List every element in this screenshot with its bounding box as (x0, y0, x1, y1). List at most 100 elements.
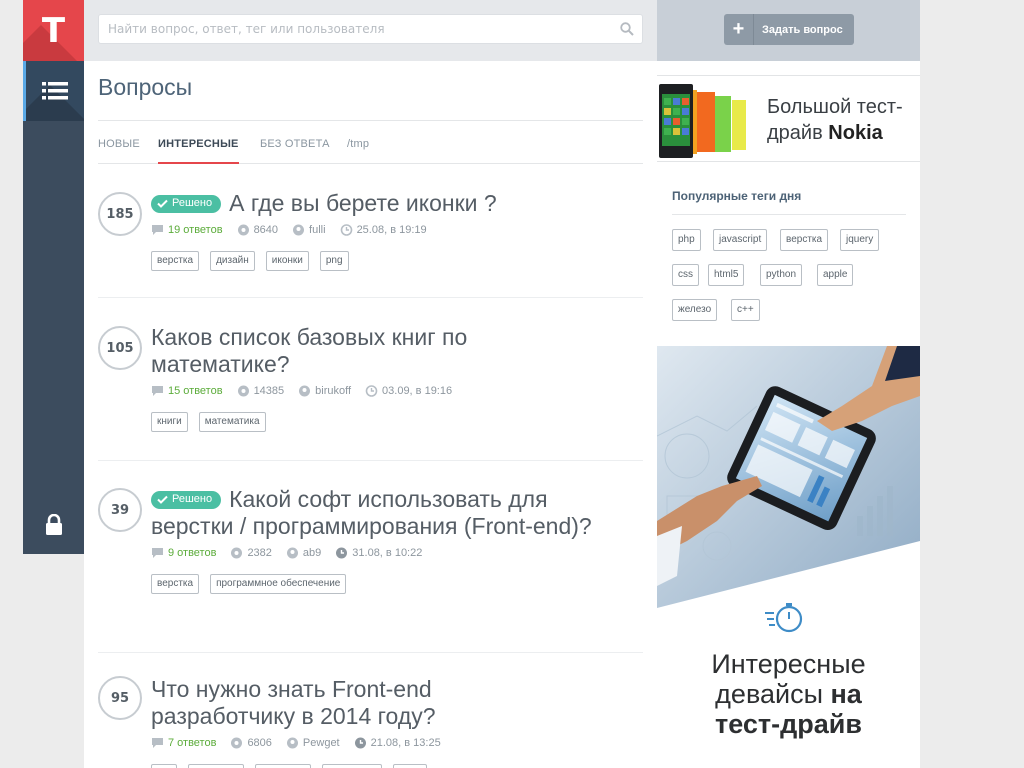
tag[interactable]: программное обеспечение (210, 574, 347, 594)
tag[interactable] (188, 764, 244, 768)
popular-tag[interactable]: javascript (713, 229, 768, 251)
check-icon (157, 199, 168, 208)
clock-icon (336, 547, 348, 559)
popular-tags-title: Популярные теги дня (672, 189, 802, 203)
devices-testdrive-ad[interactable]: Интересные девайсы на тест-драйв (657, 346, 920, 768)
question-meta: 7 ответов 6806 Pewget 21.08, в 13:25 (151, 736, 621, 750)
nokia-phones-image (659, 84, 746, 158)
ask-question-button[interactable]: + Задать вопрос (724, 14, 854, 45)
date: 03.09, в 19:16 (365, 385, 452, 397)
tag[interactable]: дизайн (210, 251, 255, 271)
tag[interactable]: верстка (151, 574, 200, 594)
tag[interactable] (255, 764, 311, 768)
comment-icon (152, 548, 163, 558)
solved-label: Решено (172, 493, 213, 505)
search-input[interactable] (99, 15, 642, 43)
logo-letter: T (41, 10, 66, 51)
tag[interactable]: математика (198, 412, 266, 432)
question-tags: верстка дизайн иконки png (151, 251, 621, 271)
question-meta: 15 ответов 14385 birukoff 03.09, в 19:16 (151, 384, 621, 398)
question-score: 39 (98, 488, 142, 532)
question-tags: верстка программное обеспечение (151, 574, 621, 594)
question-tags (151, 764, 621, 768)
popular-tag[interactable]: железо (672, 299, 718, 321)
user-icon (286, 737, 298, 749)
divider (98, 297, 643, 298)
popular-tag[interactable]: php (672, 229, 701, 251)
list-icon (42, 82, 68, 100)
popular-tag[interactable]: css (672, 264, 699, 286)
comment-icon (152, 386, 163, 396)
questions-menu-button[interactable] (23, 61, 84, 121)
clock-icon (340, 224, 352, 236)
question-title[interactable]: Каков список базовых книг по математике? (151, 324, 571, 378)
tab-unanswered[interactable]: БЕЗ ОТВЕТА (260, 138, 330, 150)
popular-tag[interactable]: c++ (731, 299, 760, 321)
tab-tmp[interactable]: /tmp (347, 138, 369, 150)
popular-tag[interactable]: apple (817, 264, 854, 286)
eye-icon (231, 547, 243, 559)
author[interactable]: fulli (292, 224, 326, 236)
clock-icon (354, 737, 366, 749)
ask-question-label: Задать вопрос (762, 23, 843, 36)
tag[interactable]: png (319, 251, 349, 271)
date: 31.08, в 10:22 (335, 547, 422, 559)
page-background (920, 0, 1024, 768)
question-meta: 19 ответов 8640 fulli 25.08, в 19:19 (151, 223, 621, 237)
solved-badge: Решено (151, 194, 222, 213)
right-sidebar: Большой тест- драйв Nokia Популярные тег… (657, 61, 920, 768)
tag[interactable] (393, 764, 427, 768)
question-title[interactable]: А где вы берете иконки ? (229, 190, 497, 216)
author[interactable]: birukoff (298, 385, 351, 397)
popular-tag[interactable]: jquery (840, 229, 880, 251)
date: 21.08, в 13:25 (354, 737, 441, 749)
question-score: 185 (98, 192, 142, 236)
tab-interesting[interactable]: ИНТЕРЕСНЫЕ (158, 138, 239, 164)
user-icon (293, 224, 305, 236)
answers-count[interactable]: 15 ответов (151, 385, 223, 397)
answers-count[interactable]: 9 ответов (151, 547, 216, 559)
tab-new[interactable]: НОВЫЕ (98, 138, 140, 150)
question-title[interactable]: Что нужно знать Front-end разработчику в… (151, 676, 511, 730)
lock-icon (45, 514, 62, 535)
stopwatch-icon (765, 603, 803, 633)
devices-ad-text: Интересные девайсы на тест-драйв (711, 649, 866, 739)
author[interactable]: Pewget (286, 737, 340, 749)
date: 25.08, в 19:19 (340, 224, 427, 236)
question-title-row: Решено А где вы берете иконки ? (151, 190, 621, 217)
tag[interactable] (151, 764, 177, 768)
popular-tag[interactable]: верстка (780, 229, 829, 251)
search-icon[interactable] (620, 22, 634, 36)
user-icon (299, 385, 311, 397)
right-header: + Задать вопрос (657, 0, 920, 61)
author[interactable]: ab9 (286, 547, 321, 559)
tag[interactable]: книги (151, 412, 188, 432)
solved-label: Решено (172, 197, 213, 209)
popular-tag[interactable]: html5 (708, 264, 745, 286)
tag[interactable] (322, 764, 382, 768)
tag[interactable]: иконки (265, 251, 309, 271)
logo[interactable]: T (23, 0, 84, 61)
eye-icon (231, 737, 243, 749)
solved-badge: Решено (151, 490, 222, 509)
answers-count[interactable]: 19 ответов (151, 224, 223, 236)
nokia-ad-text: Большой тест- драйв Nokia (767, 96, 903, 144)
tabs: НОВЫЕ ИНТЕРЕСНЫЕ БЕЗ ОТВЕТА /tmp (98, 120, 643, 164)
comment-icon (152, 738, 163, 748)
tablet-hands-image (657, 346, 920, 608)
popular-tag[interactable]: python (760, 264, 803, 286)
question-tags: книги математика (151, 412, 621, 432)
views-count: 6806 (230, 737, 272, 749)
question-meta: 9 ответов 2382 ab9 31.08, в 10:22 (151, 546, 621, 560)
answers-count[interactable]: 7 ответов (151, 737, 216, 749)
main-content: Вопросы НОВЫЕ ИНТЕРЕСНЫЕ БЕЗ ОТВЕТА /tmp… (84, 0, 657, 768)
nokia-ad-banner[interactable]: Большой тест- драйв Nokia (657, 75, 920, 162)
comment-icon (152, 225, 163, 235)
clock-icon (365, 385, 378, 397)
check-icon (157, 495, 168, 504)
left-sidebar: T (23, 0, 84, 554)
eye-icon (237, 224, 249, 236)
views-count: 2382 (230, 547, 272, 559)
login-button[interactable] (23, 505, 84, 545)
tag[interactable]: верстка (151, 251, 200, 271)
